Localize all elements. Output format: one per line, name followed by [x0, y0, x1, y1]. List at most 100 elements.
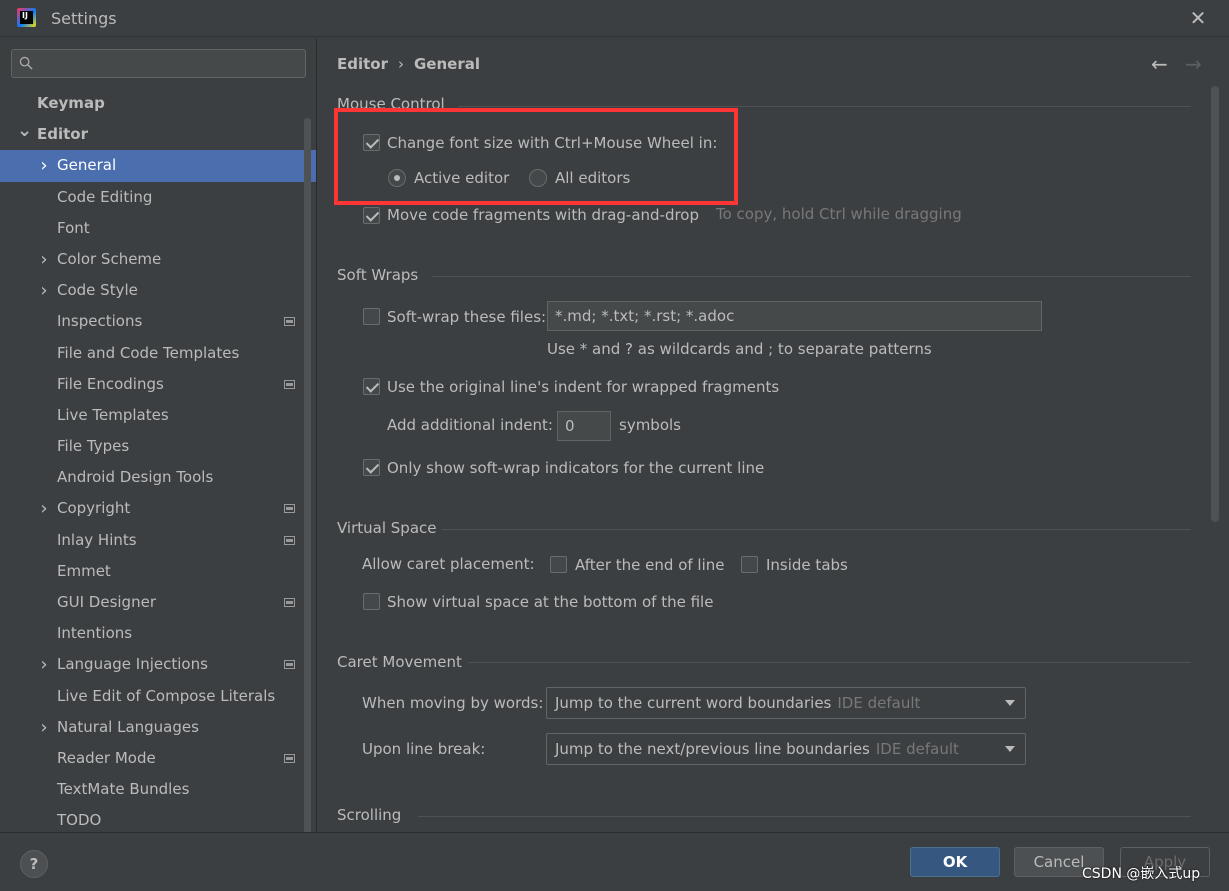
- section-divider: [442, 529, 1191, 530]
- section-caret-movement: Caret Movement: [337, 653, 462, 671]
- inside-tabs-checkbox[interactable]: [741, 556, 758, 573]
- sidebar-item-file-types[interactable]: File Types: [0, 431, 316, 462]
- line-break-dropdown[interactable]: Jump to the next/previous line boundarie…: [546, 733, 1026, 765]
- chevron-right-icon[interactable]: ›: [37, 150, 51, 181]
- line-break-label: Upon line break:: [362, 740, 486, 758]
- sidebar-item-font[interactable]: Font: [0, 213, 316, 244]
- sidebar-item-label: Android Design Tools: [57, 468, 214, 487]
- sidebar-item-label: File Encodings: [57, 374, 164, 393]
- chevron-down-icon[interactable]: ⌄: [17, 115, 32, 146]
- help-button[interactable]: ?: [20, 850, 48, 878]
- drag-drop-label: Move code fragments with drag-and-drop: [387, 206, 700, 224]
- close-icon[interactable]: ✕: [1188, 8, 1208, 28]
- sidebar-item-copyright[interactable]: › Copyright: [0, 493, 316, 524]
- soft-wrap-files-checkbox[interactable]: [363, 308, 380, 325]
- indicators-label: Only show soft-wrap indicators for the c…: [387, 459, 765, 477]
- settings-tree: Keymap ⌄ Editor › General Code Editing Font › Co…: [0, 88, 316, 832]
- sidebar-item-live-templates[interactable]: Live Templates: [0, 400, 316, 431]
- moving-words-dropdown[interactable]: Jump to the current word boundaries IDE d…: [546, 687, 1026, 719]
- sidebar-item-file-and-code-templates[interactable]: File and Code Templates: [0, 338, 316, 369]
- sidebar-item-label: GUI Designer: [57, 593, 156, 611]
- original-indent-label: Use the original line's indent for wrapp…: [387, 378, 780, 396]
- sidebar-item-label: General: [57, 156, 117, 175]
- indicators-checkbox[interactable]: [363, 459, 380, 476]
- sidebar-item-code-editing[interactable]: Code Editing: [0, 182, 316, 213]
- drag-drop-hint: To copy, hold Ctrl while dragging: [716, 205, 962, 223]
- sidebar-item-todo[interactable]: TODO: [0, 805, 316, 832]
- sidebar-item-label: Natural Languages: [57, 717, 199, 736]
- wildcard-hint: Use * and ? as wildcards and ; to separa…: [547, 340, 932, 358]
- section-divider: [418, 816, 1191, 817]
- virtual-bottom-label: Show virtual space at the bottom of the …: [387, 593, 714, 611]
- line-break-value: Jump to the next/previous line boundarie…: [555, 740, 870, 758]
- sidebar-item-label: Live Edit of Compose Literals: [57, 686, 276, 705]
- sidebar-item-inlay-hints[interactable]: Inlay Hints: [0, 525, 316, 556]
- sidebar-item-editor[interactable]: ⌄ Editor: [0, 119, 316, 150]
- content-scrollbar[interactable]: [1211, 86, 1219, 522]
- additional-indent-input[interactable]: 0: [557, 411, 611, 441]
- sidebar-item-inspections[interactable]: Inspections: [0, 306, 316, 337]
- search-box[interactable]: [11, 49, 306, 78]
- section-divider: [458, 106, 1191, 107]
- sidebar-item-label: File Types: [57, 437, 130, 456]
- intellij-logo-icon: IJ: [17, 8, 36, 27]
- sidebar-item-label: Editor: [37, 125, 88, 144]
- line-break-default: IDE default: [875, 740, 959, 758]
- sidebar-item-keymap[interactable]: Keymap: [0, 88, 316, 119]
- sidebar-item-label: TODO: [57, 811, 102, 830]
- settings-content: Editor › General ← → Mouse Control Change …: [318, 38, 1229, 832]
- sidebar-item-textmate-bundles[interactable]: TextMate Bundles: [0, 774, 316, 805]
- additional-indent-unit: symbols: [619, 416, 681, 434]
- drag-drop-checkbox[interactable]: [363, 207, 380, 224]
- forward-arrow-icon[interactable]: →: [1185, 52, 1202, 76]
- sidebar-item-intentions[interactable]: Intentions: [0, 618, 316, 649]
- soft-wrap-files-label: Soft-wrap these files:: [387, 308, 547, 326]
- chevron-right-icon[interactable]: ›: [37, 244, 51, 275]
- sidebar-item-label: TextMate Bundles: [57, 780, 190, 799]
- soft-wrap-files-input[interactable]: *.md; *.txt; *.rst; *.adoc: [547, 301, 1042, 331]
- sidebar-item-file-encodings[interactable]: File Encodings: [0, 369, 316, 400]
- sidebar-item-label: Copyright: [57, 499, 131, 518]
- sidebar-item-label: Emmet: [57, 561, 111, 580]
- sidebar-item-live-edit-of-compose-literals[interactable]: Live Edit of Compose Literals: [0, 681, 316, 712]
- project-scope-icon: [284, 379, 295, 389]
- sidebar-item-android-design-tools[interactable]: Android Design Tools: [0, 462, 316, 493]
- breadcrumb-separator: ›: [398, 55, 404, 73]
- sidebar-item-general[interactable]: › General: [0, 150, 316, 182]
- sidebar-item-color-scheme[interactable]: › Color Scheme: [0, 244, 316, 275]
- sidebar-item-label: Live Templates: [57, 405, 169, 424]
- sidebar-item-natural-languages[interactable]: › Natural Languages: [0, 712, 316, 743]
- sidebar-item-reader-mode[interactable]: Reader Mode: [0, 743, 316, 774]
- sidebar-item-emmet[interactable]: Emmet: [0, 556, 316, 587]
- chevron-right-icon[interactable]: ›: [37, 493, 51, 524]
- sidebar-scrollbar[interactable]: [304, 118, 311, 832]
- after-end-checkbox[interactable]: [550, 556, 567, 573]
- original-indent-checkbox[interactable]: [363, 378, 380, 395]
- sidebar-item-code-style[interactable]: › Code Style: [0, 275, 316, 306]
- sidebar-item-label: Inspections: [57, 312, 143, 331]
- section-virtual-space: Virtual Space: [337, 519, 437, 537]
- sidebar-item-label: Code Editing: [57, 187, 153, 206]
- moving-words-value: Jump to the current word boundaries: [555, 694, 832, 712]
- moving-words-label: When moving by words:: [362, 694, 544, 712]
- back-arrow-icon[interactable]: ←: [1151, 52, 1168, 76]
- chevron-down-icon: [1005, 746, 1015, 752]
- project-scope-icon: [284, 504, 295, 514]
- sidebar-item-language-injections[interactable]: › Language Injections: [0, 649, 316, 680]
- sidebar-item-gui-designer[interactable]: GUI Designer: [0, 587, 316, 618]
- chevron-right-icon[interactable]: ›: [37, 712, 51, 743]
- sidebar-item-label: Intentions: [57, 624, 133, 643]
- ok-button[interactable]: OK: [910, 847, 1000, 877]
- sidebar-item-label: Code Style: [57, 281, 138, 300]
- project-scope-icon: [284, 598, 295, 607]
- settings-sidebar: Keymap ⌄ Editor › General Code Editing Font › Co…: [0, 38, 317, 832]
- chevron-right-icon[interactable]: ›: [37, 275, 51, 306]
- search-input[interactable]: [46, 54, 301, 74]
- after-end-label: After the end of line: [575, 556, 725, 574]
- breadcrumb-current: General: [414, 55, 480, 73]
- section-scrolling: Scrolling: [337, 806, 402, 824]
- chevron-right-icon[interactable]: ›: [37, 649, 51, 680]
- virtual-bottom-checkbox[interactable]: [363, 593, 380, 610]
- breadcrumb-parent[interactable]: Editor: [337, 55, 388, 73]
- project-scope-icon: [284, 535, 295, 545]
